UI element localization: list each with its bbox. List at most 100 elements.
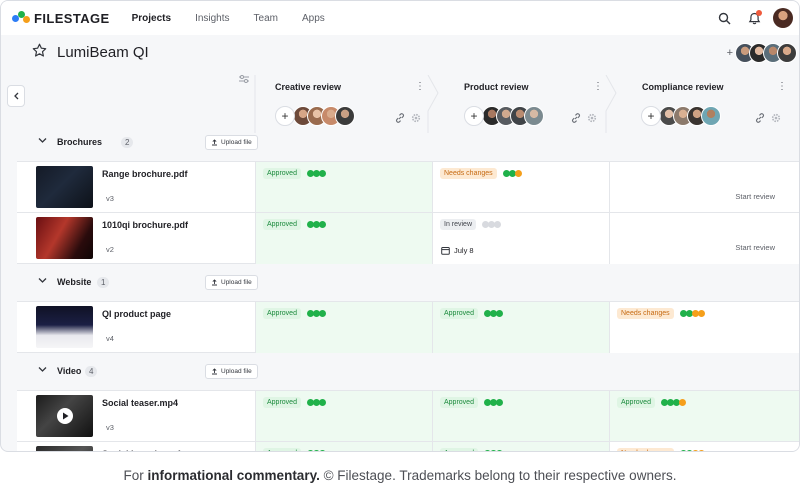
reviewer-avatar	[524, 106, 544, 126]
review-status[interactable]: Needs changes	[617, 308, 705, 319]
file-cell[interactable]: QI product page v4	[17, 302, 256, 352]
file-thumbnail[interactable]	[36, 217, 93, 259]
file-name[interactable]: Range brochure.pdf	[102, 169, 188, 179]
group-name: Website	[57, 277, 92, 287]
file-row[interactable]: QI product page v4 Approved Approved Needs c…	[17, 301, 799, 353]
add-member-icon[interactable]: +	[727, 47, 733, 59]
review-status[interactable]: Approved	[263, 397, 326, 408]
stage-status-cell[interactable]: Approved	[256, 442, 433, 451]
file-name[interactable]: Social teaser.mp4	[102, 398, 178, 408]
chevron-down-icon[interactable]	[38, 366, 47, 373]
stage-status-cell[interactable]: Approved	[256, 213, 433, 264]
gear-icon[interactable]	[587, 113, 597, 123]
stage-status-cell[interactable]: Needs changes	[610, 442, 799, 451]
nav-insights[interactable]: Insights	[195, 13, 229, 24]
file-name[interactable]: 1010qi brochure.pdf	[102, 220, 188, 230]
start-review-link[interactable]: Start review	[735, 192, 775, 201]
star-icon[interactable]	[32, 43, 47, 58]
stage-status-cell[interactable]: In review July 8	[433, 213, 610, 264]
status-badge: In review	[440, 219, 477, 230]
nav-apps[interactable]: Apps	[302, 13, 325, 24]
review-status[interactable]: Needs changes	[440, 168, 522, 179]
status-badge: Needs changes	[617, 308, 674, 319]
status-badge: Approved	[263, 308, 301, 319]
review-status[interactable]: Approved	[263, 219, 326, 230]
nav-projects[interactable]: Projects	[132, 13, 171, 24]
notification-dot	[756, 10, 762, 16]
stage-status-cell[interactable]: Start review	[610, 213, 799, 264]
user-avatar[interactable]	[773, 8, 793, 28]
review-status[interactable]: Approved	[263, 308, 326, 319]
stage-status-cell[interactable]: Approved	[433, 442, 610, 451]
upload-file-button[interactable]: Upload file	[205, 135, 258, 150]
footer-prefix: For	[123, 468, 148, 483]
file-row[interactable]: Range brochure.pdf v3 Approved Needs change…	[17, 161, 799, 213]
file-row[interactable]: Social teaser.mp4 v3 Approved Approved Appro…	[17, 390, 799, 442]
reviewer-decision-dot	[318, 170, 326, 177]
file-cell[interactable]: Range brochure.pdf v3	[17, 162, 256, 212]
chevron-down-icon[interactable]	[38, 277, 47, 284]
file-name[interactable]: QI product page	[102, 309, 171, 319]
review-status[interactable]: Approved	[617, 397, 686, 408]
review-status[interactable]: Approved	[263, 168, 326, 179]
stage-product-review: Product review ⋮ +	[433, 71, 610, 133]
upload-file-button[interactable]: Upload file	[205, 364, 258, 379]
file-name[interactable]: Social launch.mp4	[102, 449, 181, 451]
stage-status-cell[interactable]: Approved	[256, 162, 433, 213]
stage-status-cell[interactable]: Approved	[610, 391, 799, 442]
reviewer-dots	[483, 399, 503, 406]
review-status[interactable]: Approved	[263, 448, 326, 451]
review-status[interactable]: Approved	[440, 308, 503, 319]
link-icon[interactable]	[395, 113, 405, 123]
file-thumbnail[interactable]	[36, 306, 93, 348]
project-members[interactable]: +	[727, 43, 797, 63]
review-status[interactable]: In review	[440, 219, 502, 230]
file-cell[interactable]: 1010qi brochure.pdf v2	[17, 213, 256, 263]
stage-status-cell[interactable]: Needs changes	[610, 302, 799, 353]
reviewer-avatar	[701, 106, 721, 126]
add-reviewer-button[interactable]: +	[464, 106, 484, 126]
footer-suffix: © Filestage. Trademarks belong to their …	[319, 468, 677, 483]
link-icon[interactable]	[571, 113, 581, 123]
search-icon[interactable]	[713, 7, 735, 29]
stage-status-cell[interactable]: Needs changes	[433, 162, 610, 213]
stage-name: Product review	[464, 82, 529, 92]
due-date[interactable]: July 8	[441, 246, 474, 255]
upload-file-button[interactable]: Upload file	[205, 275, 258, 290]
add-reviewer-button[interactable]: +	[275, 106, 295, 126]
status-badge: Approved	[440, 448, 478, 451]
stage-status-cell[interactable]: Approved	[433, 391, 610, 442]
gear-icon[interactable]	[771, 113, 781, 123]
filestage-logo[interactable]: FILESTAGE	[12, 11, 110, 26]
more-vertical-icon[interactable]: ⋮	[415, 81, 425, 92]
add-reviewer-button[interactable]: +	[641, 106, 661, 126]
play-icon[interactable]	[56, 407, 74, 425]
file-thumbnail[interactable]	[36, 395, 93, 437]
file-cell[interactable]: Social launch.mp4	[17, 442, 256, 451]
link-icon[interactable]	[755, 113, 765, 123]
review-status[interactable]: Approved	[440, 448, 503, 451]
bell-icon[interactable]	[743, 7, 765, 29]
file-thumbnail[interactable]	[36, 166, 93, 208]
more-vertical-icon[interactable]: ⋮	[593, 81, 603, 92]
review-status[interactable]: Approved	[440, 397, 503, 408]
file-row[interactable]: 1010qi brochure.pdf v2 Approved In review Ju…	[17, 212, 799, 264]
more-vertical-icon[interactable]: ⋮	[777, 81, 787, 92]
file-cell[interactable]: Social teaser.mp4 v3	[17, 391, 256, 441]
group-count-badge: 4	[85, 366, 98, 377]
gear-icon[interactable]	[411, 113, 421, 123]
stage-status-cell[interactable]: Approved	[256, 302, 433, 353]
brand-name: FILESTAGE	[34, 10, 110, 26]
nav-team[interactable]: Team	[254, 13, 278, 24]
sliders-icon[interactable]	[238, 74, 250, 84]
top-nav: FILESTAGE Projects Insights Team Apps	[1, 1, 799, 35]
file-row[interactable]: Social launch.mp4 Approved Approved Needs c…	[17, 441, 799, 451]
chevron-down-icon[interactable]	[38, 137, 47, 144]
file-thumbnail[interactable]	[36, 446, 93, 451]
stage-status-cell[interactable]: Approved	[256, 391, 433, 442]
stage-status-cell[interactable]: Approved	[433, 302, 610, 353]
status-badge: Needs changes	[617, 448, 674, 451]
stage-status-cell[interactable]: Start review	[610, 162, 799, 213]
review-status[interactable]: Needs changes	[617, 448, 705, 451]
start-review-link[interactable]: Start review	[735, 243, 775, 252]
